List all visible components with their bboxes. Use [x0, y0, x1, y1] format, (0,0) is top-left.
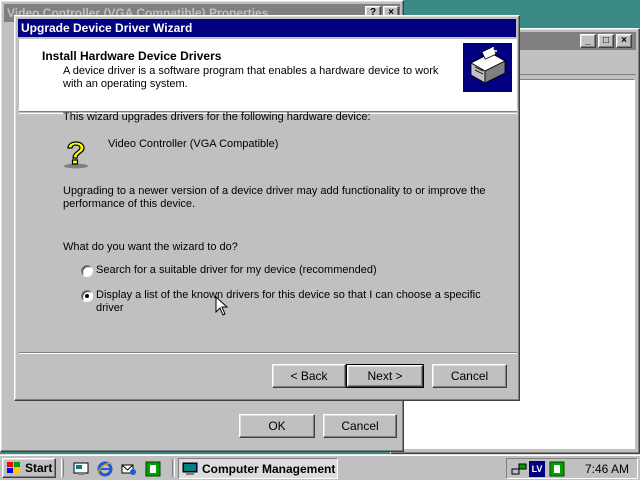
- back-button[interactable]: < Back: [272, 364, 346, 388]
- radio-selected-dot: [85, 294, 89, 298]
- button-separator: [19, 352, 517, 354]
- computer-management-icon: [182, 462, 198, 475]
- properties-cancel-button[interactable]: Cancel: [323, 414, 397, 438]
- start-label: Start: [25, 461, 53, 475]
- display-list-label[interactable]: Display a list of the known drivers for …: [96, 289, 496, 315]
- language-indicator-icon[interactable]: LV: [529, 461, 545, 477]
- intro-text: This wizard upgrades drivers for the fol…: [63, 111, 371, 123]
- header-description: A device driver is a software program th…: [63, 65, 439, 90]
- quick-launch-grip[interactable]: [61, 459, 64, 477]
- hardware-driver-icon: [463, 43, 512, 92]
- next-button[interactable]: Next >: [346, 364, 424, 388]
- upgrade-description: Upgrading to a newer version of a device…: [63, 185, 486, 210]
- app-tray-icon[interactable]: [549, 461, 565, 477]
- wizard-titlebar[interactable]: Upgrade Device Driver Wizard: [18, 19, 516, 37]
- mouse-pointer-icon: [215, 296, 229, 316]
- upgrade-driver-wizard: Upgrade Device Driver Wizard Install Har…: [14, 15, 520, 401]
- clock[interactable]: 7:46 AM: [585, 462, 629, 476]
- wizard-question: What do you want the wizard to do?: [63, 241, 238, 253]
- display-list-radio[interactable]: [81, 290, 93, 302]
- windows-logo-icon: [7, 462, 20, 473]
- outlook-express-icon[interactable]: [121, 461, 137, 477]
- minimize-button[interactable]: _: [580, 34, 596, 48]
- device-name: Video Controller (VGA Compatible): [108, 138, 279, 150]
- window-controls: _ □ ×: [580, 34, 632, 48]
- header-title: Install Hardware Device Drivers: [42, 49, 222, 63]
- app-icon[interactable]: [145, 461, 161, 477]
- close-button[interactable]: ×: [616, 34, 632, 48]
- internet-explorer-icon[interactable]: [97, 461, 113, 477]
- system-tray: LV 7:46 AM: [506, 458, 638, 479]
- show-desktop-icon[interactable]: [73, 461, 89, 477]
- unknown-device-icon: [64, 141, 88, 169]
- search-driver-label[interactable]: Search for a suitable driver for my devi…: [96, 264, 377, 277]
- cancel-button[interactable]: Cancel: [432, 364, 507, 388]
- task-separator: [172, 459, 175, 477]
- start-button[interactable]: Start: [2, 458, 56, 478]
- wizard-header: Install Hardware Device Drivers A device…: [19, 39, 517, 112]
- taskbar: Start Computer Management LV 7:46 AM: [0, 454, 640, 480]
- maximize-button[interactable]: □: [598, 34, 614, 48]
- next-button-face[interactable]: Next >: [347, 365, 423, 387]
- ok-button[interactable]: OK: [239, 414, 315, 438]
- search-driver-radio[interactable]: [81, 265, 93, 277]
- task-computer-management[interactable]: Computer Management: [178, 458, 338, 479]
- network-icon[interactable]: [511, 461, 527, 477]
- task-label: Computer Management: [202, 461, 336, 476]
